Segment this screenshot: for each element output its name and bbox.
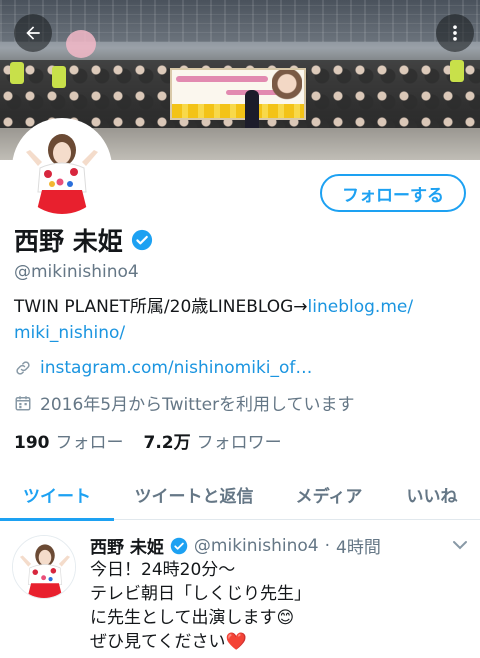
tweet-line: ぜひ見てください❤️ xyxy=(90,632,247,652)
profile-name: 西野 未姫 xyxy=(14,227,123,256)
verified-badge-icon xyxy=(131,229,152,251)
profile-tabs: ツイート ツイートと返信 メディア いいね xyxy=(0,468,480,521)
tweet-header: 西野 未姫 @mikinishino4 · 4時間 xyxy=(90,533,381,559)
banner-staff-vest xyxy=(450,60,464,82)
bio-text: TWIN PLANET所属/20歳LINEBLOG→ xyxy=(14,297,308,317)
profile-joined-row: 2016年5月からTwitterを利用しています xyxy=(14,390,355,415)
followers-label: フォロワー xyxy=(196,433,282,453)
link-icon xyxy=(16,361,30,375)
tweet-item[interactable]: 西野 未姫 @mikinishino4 · 4時間 今日！24時20分〜 テレビ… xyxy=(0,521,480,658)
profile-avatar[interactable] xyxy=(12,118,112,218)
following-label: フォロー xyxy=(55,433,124,453)
tab-tweets[interactable]: ツイート xyxy=(0,468,114,521)
following-count: 190 xyxy=(14,433,50,453)
tweet-avatar[interactable] xyxy=(12,535,76,599)
back-button[interactable] xyxy=(14,14,52,52)
following-stat[interactable]: 190 フォロー xyxy=(14,428,124,453)
arrow-left-icon xyxy=(26,26,40,40)
followers-count: 7.2万 xyxy=(143,433,191,453)
profile-handle: @mikinishino4 xyxy=(14,262,139,282)
follow-button[interactable]: フォローする xyxy=(320,174,466,212)
tweet-line: に先生として出演します😊 xyxy=(90,608,295,628)
profile-bio: TWIN PLANET所属/20歳LINEBLOG→lineblog.me/mi… xyxy=(14,294,464,346)
profile-joined-date: 2016年5月からTwitterを利用しています xyxy=(40,395,355,415)
tweet-time[interactable]: 4時間 xyxy=(336,533,381,558)
banner-sign-lettering xyxy=(176,76,268,82)
profile-stats: 190 フォロー 7.2万 フォロワー xyxy=(14,428,282,453)
tweet-text: 今日！24時20分〜 テレビ朝日「しくじり先生」 に先生として出演します😊 ぜひ… xyxy=(90,558,470,654)
avatar-photo xyxy=(16,122,108,214)
banner-staff-vest xyxy=(10,62,24,84)
banner-staff-vest xyxy=(52,66,66,88)
banner-sign-portrait xyxy=(272,70,302,104)
tweet-author-name[interactable]: 西野 未姫 xyxy=(90,533,164,558)
tweet-separator: · xyxy=(324,535,331,556)
profile-website-row: instagram.com/nishinomiki_of… xyxy=(14,358,312,378)
tab-media[interactable]: メディア xyxy=(274,468,384,520)
tab-tweets-and-replies[interactable]: ツイートと返信 xyxy=(114,468,274,520)
banner-sign-sunflowers xyxy=(172,104,304,118)
profile-name-row: 西野 未姫 xyxy=(14,222,153,258)
tweet-author-handle[interactable]: @mikinishino4 xyxy=(194,536,319,556)
more-options-button[interactable] xyxy=(436,14,474,52)
verified-badge-icon xyxy=(170,537,188,554)
followers-stat[interactable]: 7.2万 フォロワー xyxy=(144,428,282,453)
tweet-avatar-photo xyxy=(13,536,75,598)
calendar-icon xyxy=(15,395,31,410)
tweet-line: テレビ朝日「しくじり先生」 xyxy=(90,584,311,604)
tweet-line: 今日！24時20分〜 xyxy=(90,560,236,580)
more-vertical-icon xyxy=(453,25,457,41)
profile-website-link[interactable]: instagram.com/nishinomiki_of… xyxy=(40,358,312,378)
banner-blossom xyxy=(66,30,96,58)
tab-likes[interactable]: いいね xyxy=(384,468,480,520)
chevron-down-icon[interactable] xyxy=(452,539,468,551)
